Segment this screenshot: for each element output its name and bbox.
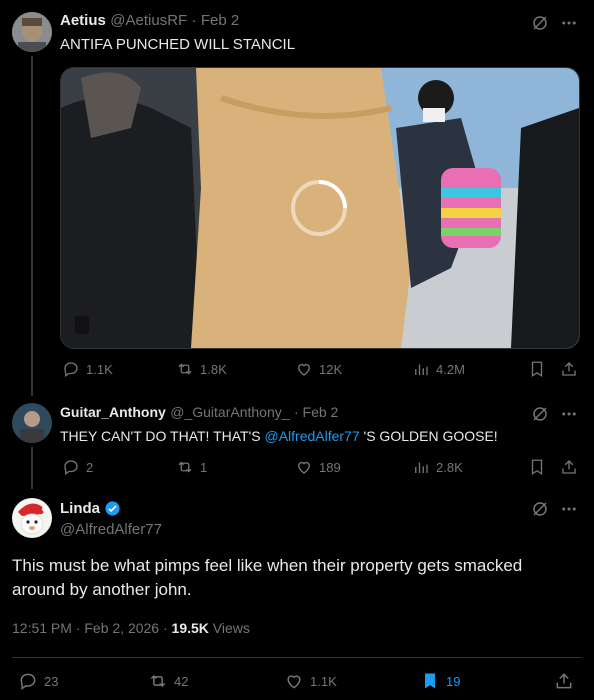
avatar-linda[interactable] bbox=[12, 498, 52, 538]
repost-button[interactable]: 1 bbox=[176, 458, 207, 476]
views-label: Views bbox=[208, 620, 250, 636]
avatar-aetius[interactable] bbox=[12, 12, 52, 52]
author-name[interactable]: Linda bbox=[60, 500, 100, 517]
share-icon[interactable] bbox=[560, 360, 578, 383]
bookmark-icon bbox=[425, 673, 435, 689]
view-count: 2.8K bbox=[436, 459, 463, 475]
like-count: 189 bbox=[319, 459, 341, 475]
repost-count: 1.8K bbox=[200, 361, 227, 377]
thread-line bbox=[31, 56, 33, 396]
like-icon bbox=[298, 461, 310, 474]
author-name[interactable]: Aetius bbox=[60, 12, 106, 29]
reply-icon bbox=[64, 460, 78, 476]
like-icon bbox=[287, 675, 301, 689]
tweet-text: ANTIFA PUNCHED WILL STANCIL bbox=[60, 36, 296, 53]
repost-icon bbox=[178, 461, 192, 473]
reply-icon bbox=[64, 362, 78, 378]
repost-count: 42 bbox=[174, 673, 189, 689]
tweet-text-part: THEY CAN'T DO THAT! THAT'S bbox=[60, 428, 265, 444]
views-count: 19.5K bbox=[171, 620, 209, 636]
tweet-date[interactable]: · Feb 2 bbox=[294, 404, 338, 420]
tweet-header: Guitar_Anthony @_GuitarAnthony_ · Feb 2 bbox=[60, 404, 338, 422]
main-tweet-text: This must be what pimps feel like when t… bbox=[12, 556, 523, 599]
reply-icon bbox=[20, 673, 36, 690]
divider bbox=[12, 657, 582, 658]
grok-icon[interactable] bbox=[531, 405, 549, 428]
views-button[interactable]: 4.2M bbox=[412, 360, 465, 378]
bookmark-button[interactable]: 19 bbox=[420, 671, 460, 691]
views-icon bbox=[415, 364, 428, 375]
more-icon[interactable] bbox=[560, 405, 578, 428]
reply-button[interactable]: 23 bbox=[18, 671, 58, 691]
reply-count: 1.1K bbox=[86, 361, 113, 377]
tweet-text: THEY CAN'T DO THAT! THAT'S @AlfredAlfer7… bbox=[60, 428, 498, 444]
repost-icon bbox=[178, 363, 192, 375]
repost-button[interactable]: 1.8K bbox=[176, 360, 227, 378]
repost-button[interactable]: 42 bbox=[148, 671, 188, 691]
views-icon bbox=[415, 462, 428, 473]
view-count: 4.2M bbox=[436, 361, 465, 377]
bookmark-icon[interactable] bbox=[528, 458, 546, 481]
share-icon[interactable] bbox=[560, 458, 578, 481]
share-icon[interactable] bbox=[554, 671, 574, 696]
tweet-meta: 12:51 PM · Feb 2, 2026 · 19.5K Views bbox=[12, 620, 250, 636]
more-icon[interactable] bbox=[560, 500, 578, 523]
mention-link[interactable]: @AlfredAlfer77 bbox=[264, 428, 359, 444]
repost-icon bbox=[150, 674, 166, 688]
video-media[interactable] bbox=[60, 67, 580, 349]
author-handle[interactable]: @AetiusRF bbox=[110, 12, 187, 29]
like-button[interactable]: 189 bbox=[295, 458, 341, 476]
like-button[interactable]: 1.1K bbox=[284, 671, 337, 691]
bookmark-icon[interactable] bbox=[528, 360, 546, 383]
like-button[interactable]: 12K bbox=[295, 360, 342, 378]
reply-count: 23 bbox=[44, 673, 59, 689]
timestamp[interactable]: 12:51 PM · Feb 2, 2026 · bbox=[12, 620, 172, 636]
like-count: 1.1K bbox=[310, 673, 337, 689]
author-handle[interactable]: @AlfredAlfer77 bbox=[60, 521, 162, 538]
grok-icon[interactable] bbox=[531, 500, 549, 523]
main-author: Linda bbox=[60, 500, 121, 517]
grok-icon[interactable] bbox=[531, 14, 549, 37]
more-icon[interactable] bbox=[560, 14, 578, 37]
repost-count: 1 bbox=[200, 459, 208, 475]
avatar-guitar-anthony[interactable] bbox=[12, 403, 52, 443]
reply-button[interactable]: 2 bbox=[62, 458, 93, 476]
tweet-date[interactable]: · Feb 2 bbox=[192, 12, 240, 29]
bookmark-count: 19 bbox=[446, 673, 461, 689]
like-icon bbox=[298, 363, 310, 376]
thread-line bbox=[31, 447, 33, 489]
verified-icon bbox=[104, 500, 121, 517]
views-button[interactable]: 2.8K bbox=[412, 458, 463, 476]
author-name[interactable]: Guitar_Anthony bbox=[60, 404, 166, 420]
tweet-text-part: 'S GOLDEN GOOSE! bbox=[359, 428, 498, 444]
reply-count: 2 bbox=[86, 459, 94, 475]
reply-button[interactable]: 1.1K bbox=[62, 360, 113, 378]
author-handle[interactable]: @_GuitarAnthony_ bbox=[170, 404, 289, 420]
like-count: 12K bbox=[319, 361, 343, 377]
tweet-header: Aetius @AetiusRF · Feb 2 bbox=[60, 12, 239, 30]
